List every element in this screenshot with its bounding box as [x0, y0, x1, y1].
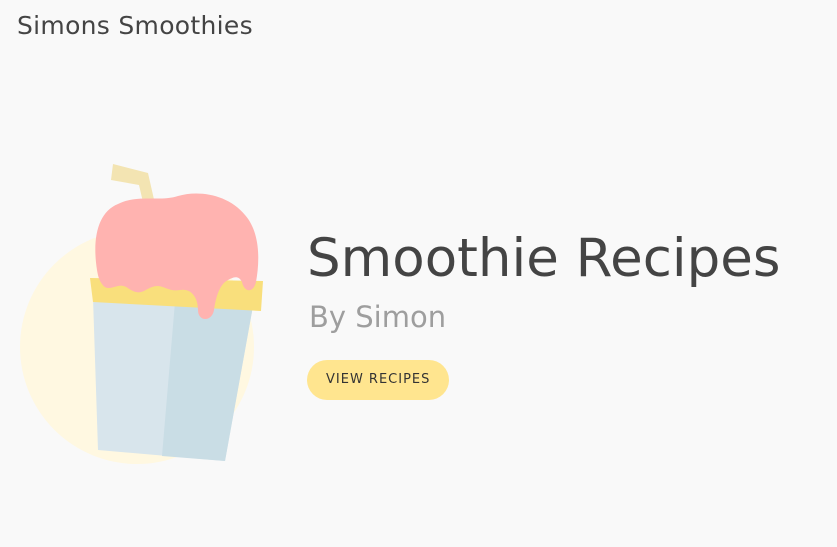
cup-shadow — [162, 302, 253, 461]
view-recipes-button[interactable]: VIEW RECIPES — [307, 360, 450, 400]
brand-logo-text[interactable]: Simons Smoothies — [17, 11, 253, 40]
hero-subtitle: By Simon — [309, 300, 447, 334]
hero-content: Smoothie Recipes By Simon VIEW RECIPES — [307, 225, 832, 400]
smoothie-cup-icon — [20, 164, 263, 464]
hero-title: Smoothie Recipes — [307, 228, 781, 289]
page: Simons Smoothies Smoothie Recipes By Sim… — [0, 0, 837, 547]
smoothie-illustration — [20, 160, 265, 470]
